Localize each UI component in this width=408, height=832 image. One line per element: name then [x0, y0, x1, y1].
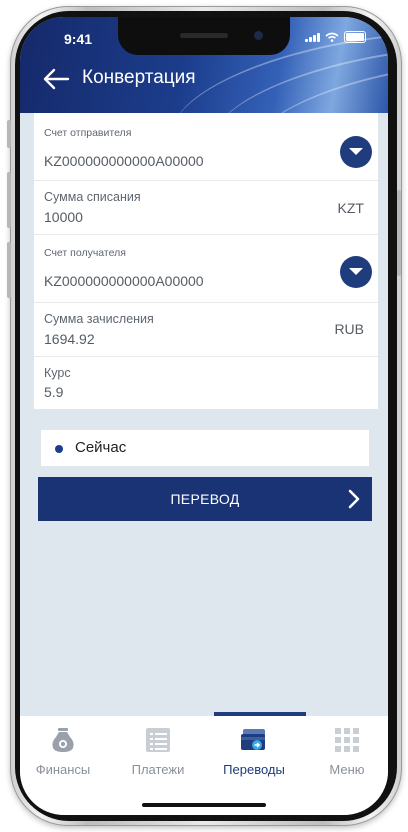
menu-grid-icon [335, 728, 359, 752]
debit-amount-value: 10000 [44, 209, 83, 225]
wifi-icon [325, 32, 339, 42]
transfer-now-option[interactable]: Сейчас [40, 429, 370, 467]
exchange-rate-field: Курс 5.9 [34, 357, 378, 409]
sender-account-value: KZ000000000000A00000 [44, 153, 204, 169]
chevron-down-icon [349, 148, 363, 155]
debit-amount-label: Сумма списания [44, 190, 141, 204]
transfer-card-icon [241, 729, 265, 750]
mute-switch [7, 120, 11, 148]
tab-finances[interactable]: Финансы [23, 726, 103, 777]
power-button [397, 190, 401, 276]
tab-label: Финансы [35, 762, 91, 777]
tab-label: Меню [329, 762, 365, 777]
back-arrow-icon[interactable] [42, 67, 70, 91]
volume-up-button [7, 172, 11, 228]
sender-account-selector[interactable]: Счет отправителя KZ000000000000A00000 [34, 113, 378, 181]
conversion-form: Счет отправителя KZ000000000000A00000 Су… [34, 113, 378, 409]
debit-amount-field[interactable]: Сумма списания 10000 KZT [34, 181, 378, 235]
speaker-grille [180, 33, 228, 38]
status-icons [305, 31, 366, 43]
tab-payments[interactable]: Платежи [118, 726, 198, 777]
tab-menu[interactable]: Меню [307, 726, 387, 777]
tab-label: Платежи [131, 762, 185, 777]
home-indicator [142, 803, 266, 807]
recipient-account-label: Счет получателя [44, 247, 126, 259]
status-time: 9:41 [64, 31, 93, 47]
transfer-button[interactable]: ПЕРЕВОД [38, 477, 372, 521]
sender-account-label: Счет отправителя [44, 127, 132, 139]
exchange-rate-label: Курс [44, 366, 71, 380]
cellular-signal-icon [305, 32, 320, 42]
bottom-tab-bar: Финансы Платежи Переводы Меню [20, 712, 388, 815]
credit-amount-value: 1694.92 [44, 331, 95, 347]
money-bag-icon [52, 728, 74, 752]
transfer-button-label: ПЕРЕВОД [170, 491, 240, 507]
app-header: 9:41 Конвертация [20, 17, 388, 113]
credit-currency: RUB [334, 321, 364, 337]
credit-amount-field: Сумма зачисления 1694.92 RUB [34, 303, 378, 357]
transfer-now-label: Сейчас [75, 439, 127, 456]
tab-label: Переводы [223, 762, 285, 777]
tab-transfers[interactable]: Переводы [214, 726, 294, 777]
battery-icon [344, 31, 366, 43]
front-camera [254, 31, 263, 40]
active-tab-indicator [214, 712, 306, 716]
sender-account-dropdown-button[interactable] [340, 136, 372, 168]
recipient-account-dropdown-button[interactable] [340, 256, 372, 288]
payments-list-icon [146, 728, 170, 752]
page-title: Конвертация [82, 67, 196, 88]
recipient-account-value: KZ000000000000A00000 [44, 273, 204, 289]
debit-currency: KZT [337, 200, 364, 216]
chevron-right-icon [348, 489, 360, 509]
exchange-rate-value: 5.9 [44, 384, 64, 400]
device-notch [118, 17, 290, 55]
credit-amount-label: Сумма зачисления [44, 312, 154, 326]
app-screen: 9:41 Конвертация Счет отправителя KZ0000… [20, 17, 388, 815]
chevron-down-icon [349, 268, 363, 275]
radio-selected-icon[interactable] [55, 445, 63, 453]
recipient-account-selector[interactable]: Счет получателя KZ000000000000A00000 [34, 235, 378, 303]
volume-down-button [7, 242, 11, 298]
